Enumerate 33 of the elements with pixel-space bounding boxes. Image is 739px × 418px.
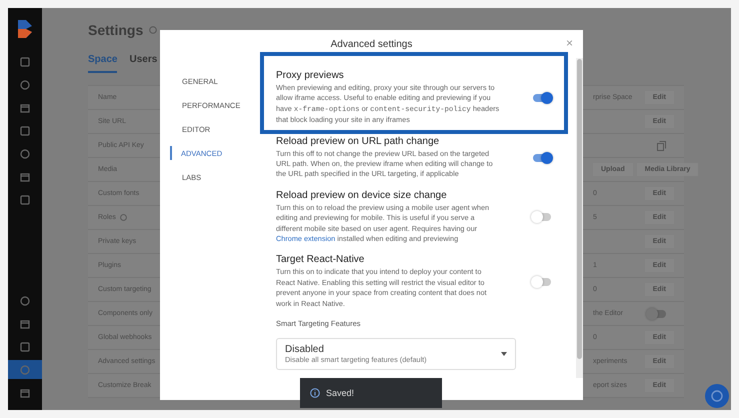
logo-icon bbox=[18, 20, 32, 38]
sidebar-icon bbox=[20, 172, 30, 182]
setting-title: Proxy previews bbox=[276, 70, 345, 81]
tab[interactable]: Users bbox=[129, 54, 158, 73]
toggle-switch[interactable] bbox=[533, 278, 551, 286]
sidebar-icon bbox=[20, 388, 30, 398]
toast-message: Saved! bbox=[326, 388, 354, 398]
sidebar-icon bbox=[20, 342, 30, 352]
toggle-switch[interactable] bbox=[533, 94, 551, 102]
scrollbar[interactable] bbox=[576, 58, 583, 378]
sidebar-icon bbox=[20, 148, 30, 158]
close-button[interactable]: × bbox=[566, 36, 573, 50]
sidebar-icon bbox=[20, 296, 30, 306]
copy-icon[interactable] bbox=[657, 140, 666, 150]
toggle-switch[interactable] bbox=[533, 154, 551, 162]
page-title: Settings bbox=[88, 22, 144, 38]
sidebar-icon bbox=[20, 318, 30, 328]
sidebar-icon bbox=[20, 80, 30, 90]
sidebar-icon bbox=[20, 56, 30, 66]
toggle-switch[interactable] bbox=[533, 213, 551, 222]
toggle-switch[interactable] bbox=[648, 310, 666, 318]
setting-title: Reload preview on device size change bbox=[276, 190, 448, 201]
info-icon bbox=[310, 388, 320, 398]
dialog-title: Advanced settings bbox=[330, 38, 412, 50]
setting-title: Target React-Native bbox=[276, 254, 366, 266]
sidebar-icon bbox=[20, 194, 30, 204]
sidebar-icon bbox=[20, 126, 30, 136]
sidebar-icon bbox=[20, 102, 30, 112]
tab[interactable]: Space bbox=[88, 54, 118, 73]
setting-title: Reload preview on URL path change bbox=[276, 136, 440, 147]
help-button[interactable] bbox=[705, 384, 729, 408]
caret-icon bbox=[501, 352, 507, 356]
sidebar-icon bbox=[20, 364, 30, 374]
